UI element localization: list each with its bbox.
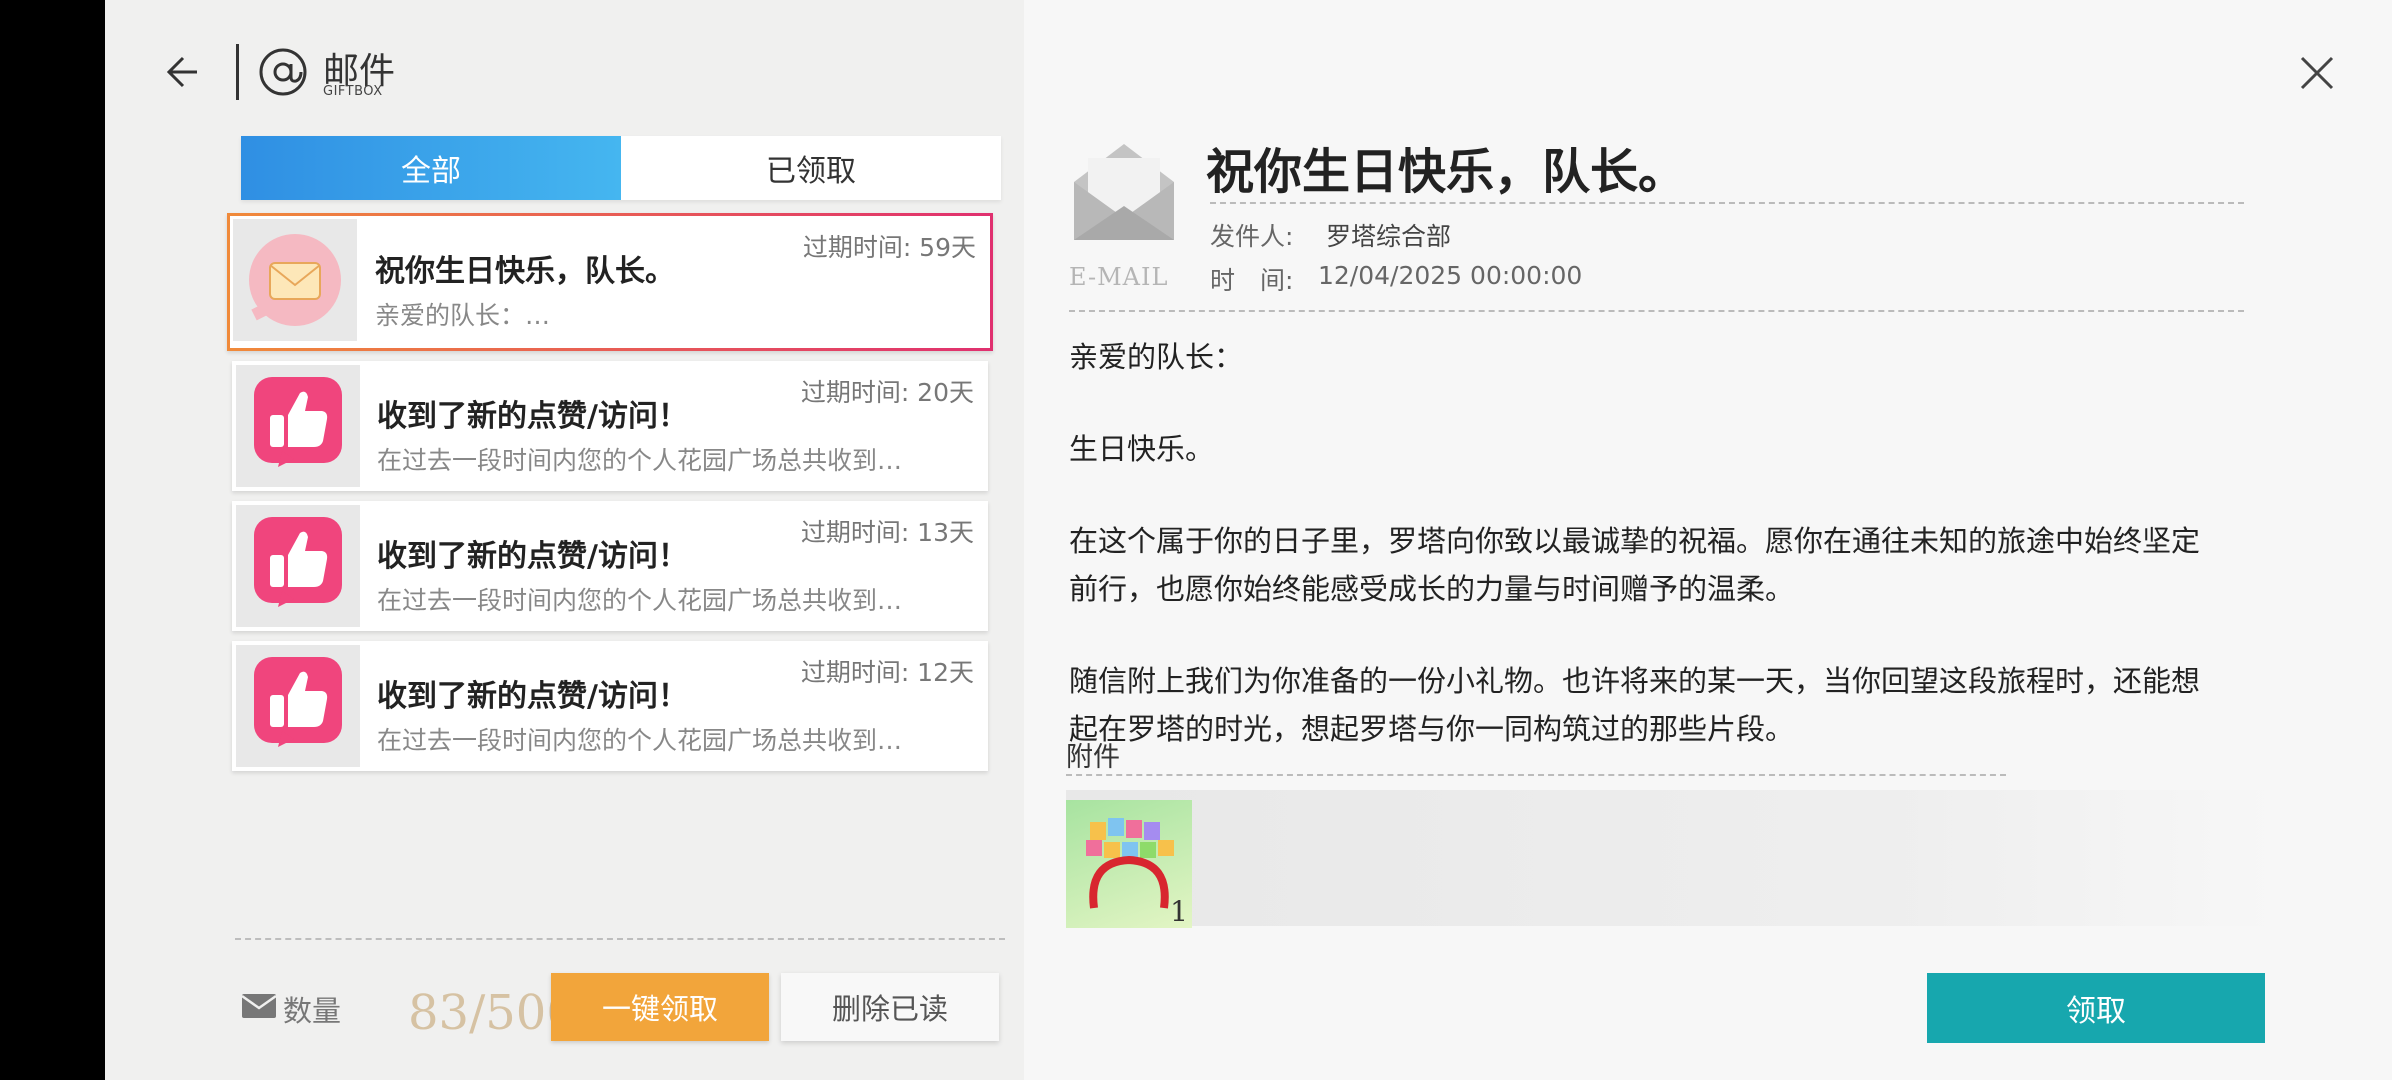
back-button[interactable]	[155, 44, 211, 100]
mail-list: 祝你生日快乐，队长。 亲爱的队长：… 过期时间: 59天 收到了新的点赞/访问！…	[227, 213, 993, 781]
close-button[interactable]	[2292, 48, 2342, 98]
mail-item-like-2[interactable]: 收到了新的点赞/访问！ 在过去一段时间内您的个人花园广场总共收到… 过期时间: …	[232, 501, 988, 631]
mail-count-icon	[241, 994, 277, 1018]
page-subtitle: GIFTBOX	[323, 84, 383, 99]
mail-detail-panel: E-MAIL 祝你生日快乐，队长。 发件人: 罗塔综合部 时 间: 12/04/…	[1024, 0, 2392, 1080]
email-caption: E-MAIL	[1069, 263, 1169, 291]
mail-body: 亲爱的队长： 生日快乐。 在这个属于你的日子里，罗塔向你致以最诚挚的祝福。愿你在…	[1069, 333, 2209, 753]
attachment-strip	[1066, 790, 2276, 926]
footer-divider	[235, 938, 1005, 940]
sender-value: 罗塔综合部	[1326, 222, 1452, 251]
at-icon	[259, 48, 307, 96]
mail-title: 收到了新的点赞/访问！	[377, 399, 688, 434]
device-left-bezel	[0, 0, 105, 1080]
mail-title: 收到了新的点赞/访问！	[377, 539, 688, 574]
mail-expire: 过期时间: 59天	[802, 233, 976, 262]
mail-tabs: 全部 已领取	[241, 136, 1001, 200]
body-paragraph: 在这个属于你的日子里，罗塔向你致以最诚挚的祝福。愿你在通往未知的旅途中始终坚定前…	[1069, 524, 2201, 606]
mail-title: 祝你生日快乐，队长。	[375, 254, 675, 289]
mail-thumb	[236, 505, 360, 627]
thumbs-up-icon	[254, 377, 342, 467]
tab-all[interactable]: 全部	[241, 136, 621, 200]
body-divider	[1069, 310, 2244, 312]
sender-label: 发件人:	[1210, 222, 1294, 251]
mail-thumb	[233, 219, 357, 341]
time-label: 时 间:	[1210, 266, 1294, 295]
title-divider	[1210, 202, 2244, 204]
mail-expire: 过期时间: 20天	[800, 378, 974, 407]
mail-preview: 在过去一段时间内您的个人花园广场总共收到…	[377, 446, 903, 475]
mail-thumb	[236, 365, 360, 487]
mail-item-birthday[interactable]: 祝你生日快乐，队长。 亲爱的队长：… 过期时间: 59天	[227, 213, 993, 351]
thumbs-up-icon	[254, 517, 342, 607]
mail-title: 收到了新的点赞/访问！	[377, 679, 688, 714]
claim-all-button[interactable]: 一键领取	[551, 973, 769, 1041]
mail-preview: 在过去一段时间内您的个人花园广场总共收到…	[377, 726, 903, 755]
attachment-quantity: 1	[1170, 895, 1188, 928]
time-value: 12/04/2025 00:00:00	[1318, 261, 1583, 290]
mail-preview: 在过去一段时间内您的个人花园广场总共收到…	[377, 586, 903, 615]
attachment-divider	[1066, 774, 2006, 776]
mail-thumb	[236, 645, 360, 767]
body-paragraph: 随信附上我们为你准备的一份小礼物。也许将来的某一天，当你回望这段旅程时，还能想起…	[1069, 664, 2201, 746]
mail-detail-title: 祝你生日快乐，队长。	[1206, 144, 1687, 200]
mail-item-like-3[interactable]: 收到了新的点赞/访问！ 在过去一段时间内您的个人花园广场总共收到… 过期时间: …	[232, 641, 988, 771]
arrow-left-icon	[166, 56, 197, 88]
attachment-item[interactable]: 1	[1066, 800, 1192, 928]
body-paragraph: 亲爱的队长：	[1069, 340, 1244, 374]
mail-preview: 亲爱的队长：…	[375, 301, 551, 330]
mail-count-label: 数量	[283, 994, 342, 1028]
mail-item-like-1[interactable]: 收到了新的点赞/访问！ 在过去一段时间内您的个人花园广场总共收到… 过期时间: …	[232, 361, 988, 491]
mail-count-value: 83/500	[408, 985, 558, 1041]
tab-claimed[interactable]: 已领取	[621, 136, 1001, 200]
header-divider	[236, 44, 239, 100]
mail-expire: 过期时间: 13天	[800, 518, 974, 547]
delete-read-button[interactable]: 删除已读	[781, 973, 999, 1041]
thumbs-up-icon	[254, 657, 342, 747]
body-paragraph: 生日快乐。	[1069, 432, 1215, 466]
envelope-icon	[249, 234, 341, 326]
open-envelope-icon	[1074, 144, 1174, 240]
mail-expire: 过期时间: 12天	[800, 658, 974, 687]
claim-button[interactable]: 领取	[1927, 973, 2265, 1043]
close-icon	[2300, 56, 2334, 90]
attachment-label: 附件	[1066, 742, 1120, 773]
mail-list-panel: 邮件 GIFTBOX 全部 已领取 祝你生日快乐，队长。 亲爱的队长：… 过期时…	[105, 0, 1024, 1080]
